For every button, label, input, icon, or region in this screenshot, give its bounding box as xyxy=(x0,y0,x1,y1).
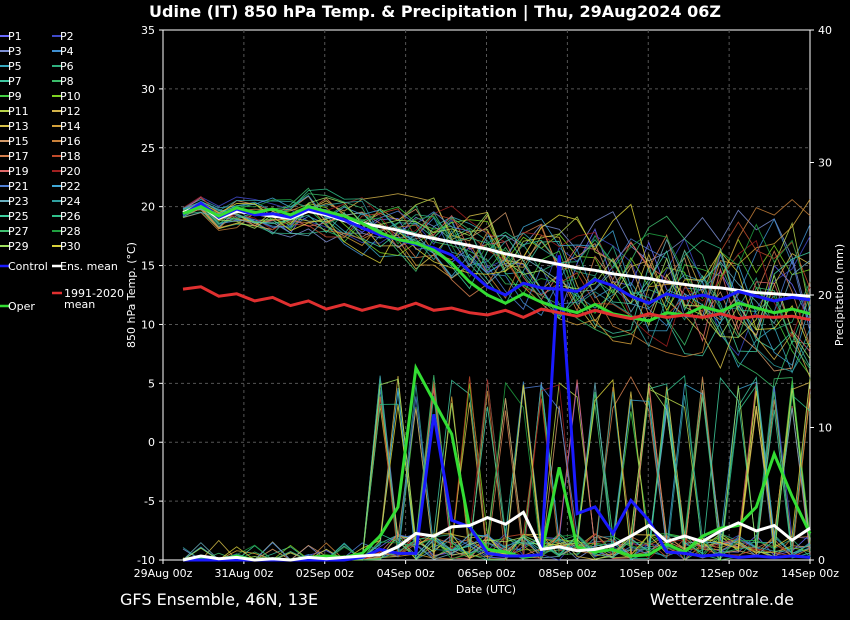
x-tick-label: 29Aug 00z xyxy=(134,567,193,580)
legend-label: P8 xyxy=(60,75,74,88)
y-tick-label: 30 xyxy=(141,83,155,96)
ensemble-chart: Udine (IT) 850 hPa Temp. & Precipitation… xyxy=(0,2,846,609)
legend-label: P30 xyxy=(60,240,81,253)
legend-label: P15 xyxy=(8,135,29,148)
y2-tick-label: 30 xyxy=(818,157,832,170)
member-line xyxy=(182,202,811,321)
y2-tick-label: 10 xyxy=(818,422,832,435)
legend-label: P6 xyxy=(60,60,74,73)
legend-label: P13 xyxy=(8,120,29,133)
legend-label: P16 xyxy=(60,135,81,148)
legend-label: P26 xyxy=(60,210,81,223)
legend-label: P29 xyxy=(8,240,29,253)
y2-tick-label: 40 xyxy=(818,24,832,37)
legend-label: P12 xyxy=(60,105,81,118)
y-tick-label: 35 xyxy=(141,24,155,37)
legend-label: P28 xyxy=(60,225,81,238)
legend-label: P17 xyxy=(8,150,29,163)
x-axis-label: Date (UTC) xyxy=(456,583,516,596)
legend-label: P10 xyxy=(60,90,81,103)
x-tick-label: 31Aug 00z xyxy=(215,567,274,580)
x-tick-label: 02Sep 00z xyxy=(296,567,354,580)
chart-title: Udine (IT) 850 hPa Temp. & Precipitation… xyxy=(149,2,721,22)
y2-axis-ticks: 40 30 20 10 0 xyxy=(810,24,832,567)
legend-label: P11 xyxy=(8,105,29,118)
y-tick-label: -5 xyxy=(144,495,155,508)
legend-label: P18 xyxy=(60,150,81,163)
legend-label: P1 xyxy=(8,30,22,43)
legend-label: P23 xyxy=(8,195,29,208)
y2-axis-label: Precipitation (mm) xyxy=(833,244,846,346)
legend-label: P14 xyxy=(60,120,81,133)
series-line-ens-mean xyxy=(182,203,811,298)
x-axis-ticks: 29Aug 00z 31Aug 00z 02Sep 00z 04Sep 00z 06Se… xyxy=(134,560,839,580)
y-tick-label: 0 xyxy=(148,436,155,449)
legend-label: P2 xyxy=(60,30,74,43)
y-tick-label: 15 xyxy=(141,260,155,273)
legend-label: P5 xyxy=(8,60,22,73)
y-tick-label: 5 xyxy=(148,377,155,390)
x-tick-label: 14Sep 00z xyxy=(781,567,839,580)
legend-label: P25 xyxy=(8,210,29,223)
y2-tick-label: 0 xyxy=(818,554,825,567)
x-tick-label: 10Sep 00z xyxy=(619,567,677,580)
legend-label: P4 xyxy=(60,45,74,58)
legend-label: 1991-2020 mean xyxy=(64,287,124,311)
legend-label: P9 xyxy=(8,90,22,103)
y-axis-ticks: 35 30 25 20 15 10 5 0 -5 -10 xyxy=(137,24,163,567)
legend-label: P27 xyxy=(8,225,29,238)
legend-label: Ens. mean xyxy=(60,260,118,273)
y-tick-label: 25 xyxy=(141,142,155,155)
legend-label-line: mean xyxy=(64,298,95,311)
footer-model: GFS Ensemble, 46N, 13E xyxy=(120,590,318,609)
legend-label: P21 xyxy=(8,180,29,193)
legend-label: P20 xyxy=(60,165,81,178)
member-lines xyxy=(182,187,811,562)
legend-label: Control xyxy=(8,260,48,273)
legend-label: P22 xyxy=(60,180,81,193)
x-tick-label: 12Sep 00z xyxy=(700,567,758,580)
y-tick-label: 20 xyxy=(141,201,155,214)
x-tick-label: 08Sep 00z xyxy=(538,567,596,580)
legend-label: P7 xyxy=(8,75,22,88)
legend-label: P3 xyxy=(8,45,22,58)
y-tick-label: -10 xyxy=(137,554,155,567)
y-axis-label: 850 hPa Temp. (°C) xyxy=(125,242,138,348)
member-line xyxy=(182,194,811,366)
footer-source: Wetterzentrale.de xyxy=(650,590,794,609)
x-tick-label: 06Sep 00z xyxy=(458,567,516,580)
legend-label: P19 xyxy=(8,165,29,178)
x-tick-label: 04Sep 00z xyxy=(377,567,435,580)
legend-label: Oper xyxy=(8,300,35,313)
legend: P1 P2 P3 P4 P5 P6 P7 P8 P9 P10 P11 P12 P13 P14 P15 P16 P… xyxy=(0,30,124,313)
y2-tick-label: 20 xyxy=(818,289,832,302)
legend-label: P24 xyxy=(60,195,81,208)
y-tick-label: 10 xyxy=(141,318,155,331)
